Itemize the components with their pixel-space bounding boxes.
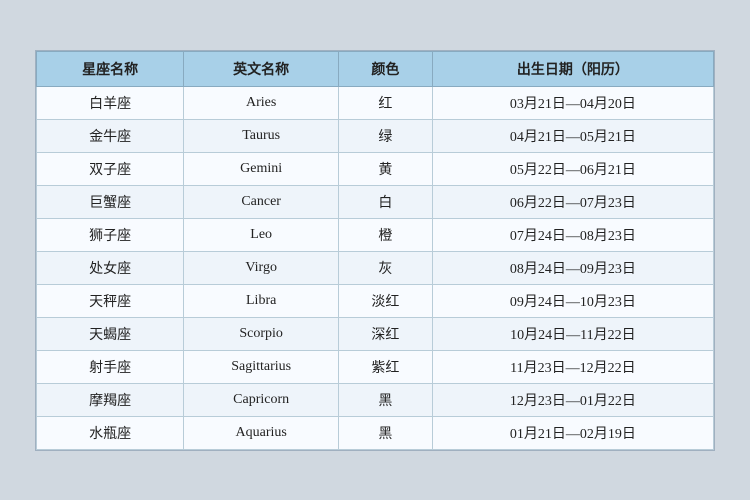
zodiac-table-container: 星座名称 英文名称 颜色 出生日期（阳历） 白羊座Aries红03月21日—04… [35, 50, 715, 451]
table-row: 双子座Gemini黄05月22日—06月21日 [37, 152, 714, 185]
cell-color: 灰 [339, 251, 433, 284]
cell-chinese-name: 处女座 [37, 251, 184, 284]
table-row: 射手座Sagittarius紫红11月23日—12月22日 [37, 350, 714, 383]
cell-dates: 01月21日—02月19日 [432, 416, 713, 449]
cell-dates: 03月21日—04月20日 [432, 86, 713, 119]
cell-english-name: Gemini [184, 152, 339, 185]
cell-color: 紫红 [339, 350, 433, 383]
cell-dates: 05月22日—06月21日 [432, 152, 713, 185]
table-row: 处女座Virgo灰08月24日—09月23日 [37, 251, 714, 284]
cell-dates: 07月24日—08月23日 [432, 218, 713, 251]
zodiac-table: 星座名称 英文名称 颜色 出生日期（阳历） 白羊座Aries红03月21日—04… [36, 51, 714, 450]
cell-color: 橙 [339, 218, 433, 251]
cell-chinese-name: 双子座 [37, 152, 184, 185]
cell-color: 绿 [339, 119, 433, 152]
cell-chinese-name: 白羊座 [37, 86, 184, 119]
cell-english-name: Libra [184, 284, 339, 317]
cell-dates: 10月24日—11月22日 [432, 317, 713, 350]
cell-english-name: Leo [184, 218, 339, 251]
cell-chinese-name: 摩羯座 [37, 383, 184, 416]
cell-dates: 09月24日—10月23日 [432, 284, 713, 317]
cell-english-name: Sagittarius [184, 350, 339, 383]
table-row: 水瓶座Aquarius黑01月21日—02月19日 [37, 416, 714, 449]
cell-color: 淡红 [339, 284, 433, 317]
table-row: 金牛座Taurus绿04月21日—05月21日 [37, 119, 714, 152]
table-row: 天秤座Libra淡红09月24日—10月23日 [37, 284, 714, 317]
cell-english-name: Scorpio [184, 317, 339, 350]
cell-english-name: Taurus [184, 119, 339, 152]
cell-english-name: Cancer [184, 185, 339, 218]
cell-dates: 08月24日—09月23日 [432, 251, 713, 284]
header-english-name: 英文名称 [184, 51, 339, 86]
table-row: 白羊座Aries红03月21日—04月20日 [37, 86, 714, 119]
table-row: 摩羯座Capricorn黑12月23日—01月22日 [37, 383, 714, 416]
cell-dates: 12月23日—01月22日 [432, 383, 713, 416]
cell-dates: 11月23日—12月22日 [432, 350, 713, 383]
cell-dates: 04月21日—05月21日 [432, 119, 713, 152]
table-body: 白羊座Aries红03月21日—04月20日金牛座Taurus绿04月21日—0… [37, 86, 714, 449]
cell-chinese-name: 金牛座 [37, 119, 184, 152]
cell-chinese-name: 天蝎座 [37, 317, 184, 350]
cell-chinese-name: 巨蟹座 [37, 185, 184, 218]
header-color: 颜色 [339, 51, 433, 86]
cell-chinese-name: 天秤座 [37, 284, 184, 317]
cell-chinese-name: 水瓶座 [37, 416, 184, 449]
cell-color: 白 [339, 185, 433, 218]
cell-english-name: Virgo [184, 251, 339, 284]
table-row: 巨蟹座Cancer白06月22日—07月23日 [37, 185, 714, 218]
table-header-row: 星座名称 英文名称 颜色 出生日期（阳历） [37, 51, 714, 86]
table-row: 天蝎座Scorpio深红10月24日—11月22日 [37, 317, 714, 350]
cell-english-name: Aries [184, 86, 339, 119]
cell-color: 红 [339, 86, 433, 119]
cell-chinese-name: 狮子座 [37, 218, 184, 251]
cell-english-name: Capricorn [184, 383, 339, 416]
cell-color: 深红 [339, 317, 433, 350]
header-dates: 出生日期（阳历） [432, 51, 713, 86]
cell-chinese-name: 射手座 [37, 350, 184, 383]
cell-color: 黑 [339, 383, 433, 416]
table-row: 狮子座Leo橙07月24日—08月23日 [37, 218, 714, 251]
cell-color: 黑 [339, 416, 433, 449]
cell-color: 黄 [339, 152, 433, 185]
cell-dates: 06月22日—07月23日 [432, 185, 713, 218]
header-chinese-name: 星座名称 [37, 51, 184, 86]
cell-english-name: Aquarius [184, 416, 339, 449]
